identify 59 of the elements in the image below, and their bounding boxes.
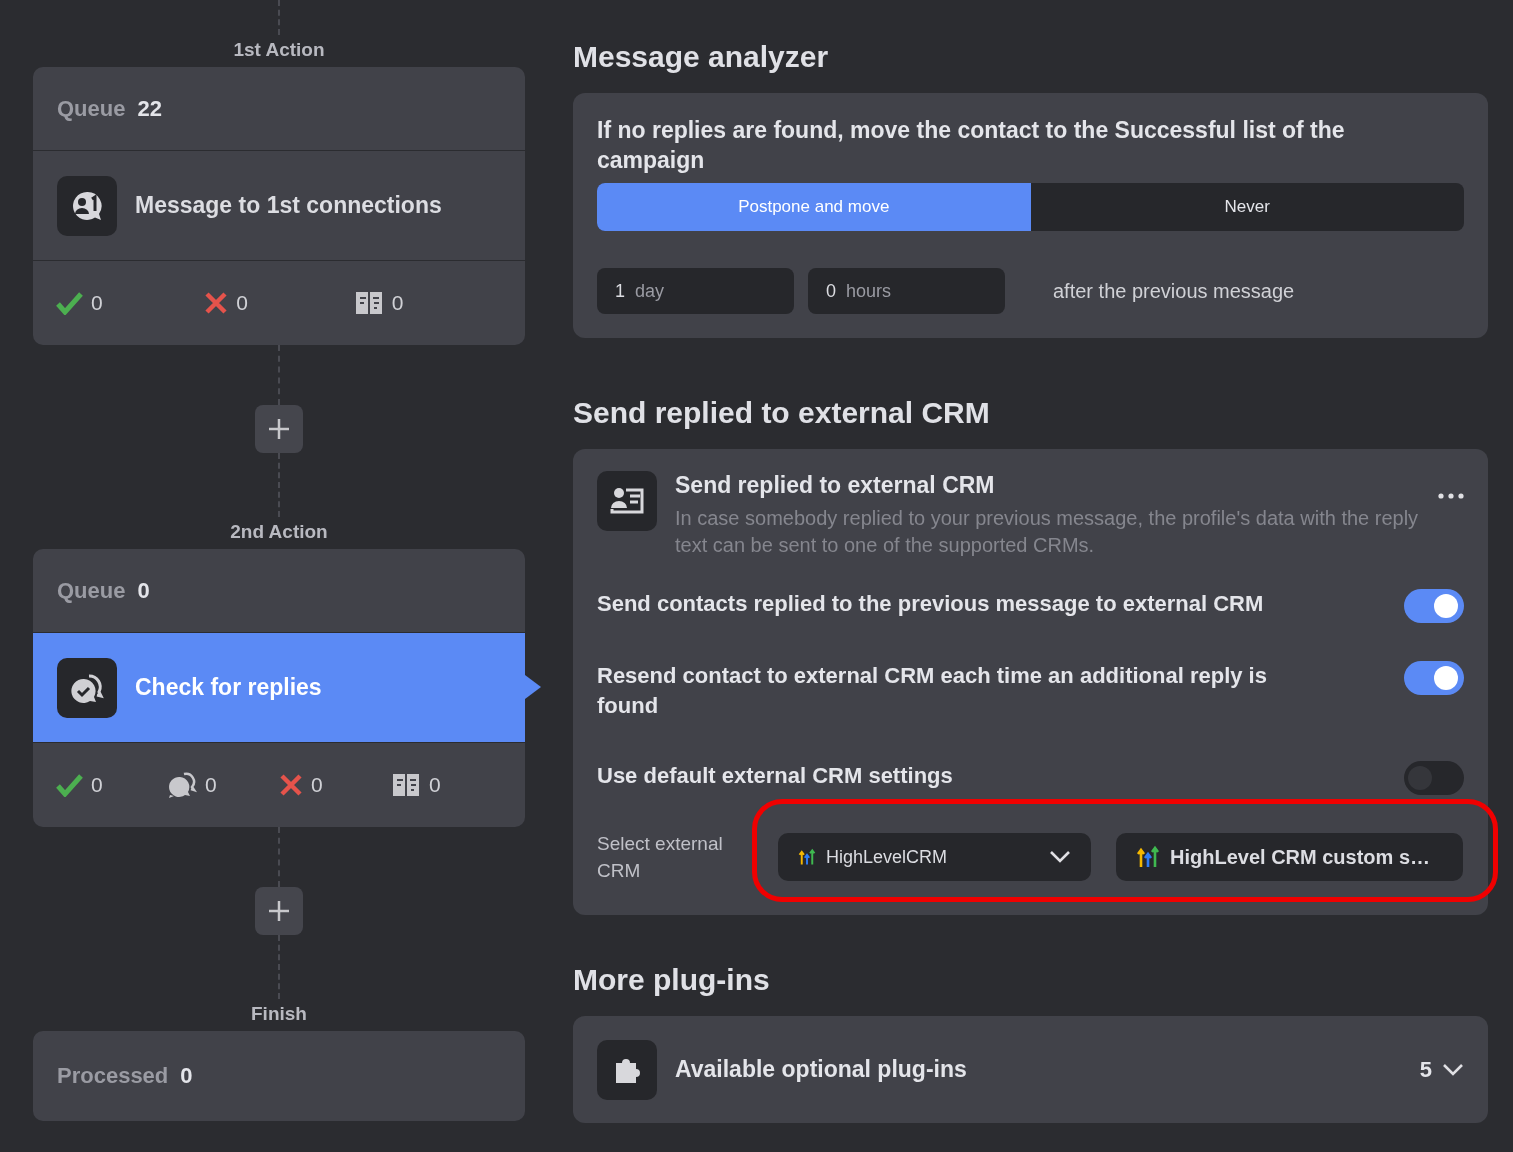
crm-field[interactable]: HighLevel CRM custom s…: [1116, 833, 1463, 881]
stat-count: 0: [205, 773, 217, 797]
crm-card-title: Send replied to external CRM: [675, 472, 996, 499]
queue-count: 22: [137, 95, 162, 122]
crm-dropdown[interactable]: HighLevelCRM: [778, 833, 1091, 881]
chevron-down-icon: [1049, 850, 1071, 864]
add-step-button[interactable]: [255, 405, 303, 453]
book-icon: [353, 289, 384, 317]
arrows-logo-icon: [798, 848, 816, 866]
stat-count: 0: [311, 773, 323, 797]
plugins-title: Available optional plug-ins: [675, 1056, 967, 1083]
action-row[interactable]: Message to 1st connections: [33, 151, 525, 261]
check-icon: [55, 773, 83, 797]
select-label: Select external CRM: [597, 832, 724, 883]
section-heading: More plug-ins: [573, 963, 771, 997]
more-icon: [1438, 493, 1464, 499]
queue-label: Queue: [57, 577, 126, 604]
plus-icon: [268, 418, 290, 440]
action-title: Message to 1st connections: [135, 192, 442, 219]
stat-count: 0: [429, 773, 441, 797]
delay-suffix: after the previous message: [1053, 279, 1295, 303]
analyzer-question: If no replies are found, move the contact to the Successful list of the campaign: [597, 116, 1346, 175]
queue-count: 0: [137, 577, 150, 604]
step-label: 1st Action: [233, 38, 325, 62]
check-icon: [55, 291, 83, 315]
stat-count: 0: [391, 291, 404, 315]
section-heading: Message analyzer: [573, 40, 830, 74]
step-label: Finish: [251, 1002, 307, 1026]
option-tab[interactable]: Never: [1030, 183, 1464, 231]
section-heading: Send replied to external CRM: [573, 396, 991, 430]
arrows-logo-icon: [1136, 845, 1160, 869]
stat-count: 0: [236, 291, 248, 315]
crm-description: In case somebody replied to your previous message, the profile's data with the reply text can be sent to one of the supported CRMs.: [675, 506, 1420, 558]
queue-label: Processed: [57, 1063, 169, 1089]
delay-field[interactable]: 0 hours: [808, 268, 1005, 314]
step-card[interactable]: Queue 22 Message to 1st connections 0 0 0: [33, 67, 525, 345]
toggle-switch[interactable]: [1404, 589, 1464, 623]
action-title: Check for replies: [135, 674, 322, 701]
step-card[interactable]: Processed 0: [33, 1031, 525, 1121]
stat-count: 0: [91, 291, 103, 315]
step-label: 2nd Action: [230, 520, 328, 544]
chevron-down-icon: [1442, 1062, 1464, 1077]
setting-label: Resend contact to external CRM each time an additional reply is found: [597, 662, 1268, 720]
close-icon: [279, 773, 303, 797]
book-icon: [391, 771, 421, 799]
delay-field[interactable]: 1 day: [597, 268, 794, 314]
close-icon: [204, 291, 229, 315]
plus-icon: [268, 900, 290, 922]
person-list-icon: [610, 486, 644, 516]
chat-bubbles-icon: [167, 771, 197, 799]
stat-count: 0: [91, 773, 103, 797]
queue-count: 0: [180, 1063, 193, 1089]
add-step-button[interactable]: [255, 887, 303, 935]
toggle-switch[interactable]: [1404, 661, 1464, 695]
queue-label: Queue: [57, 95, 126, 122]
setting-label: Send contacts replied to the previous message to external CRM: [597, 590, 1265, 618]
plugins-expander[interactable]: 5: [1419, 1056, 1464, 1083]
toggle-switch[interactable]: [1404, 761, 1464, 795]
setting-label: Use default external CRM settings: [597, 762, 954, 790]
